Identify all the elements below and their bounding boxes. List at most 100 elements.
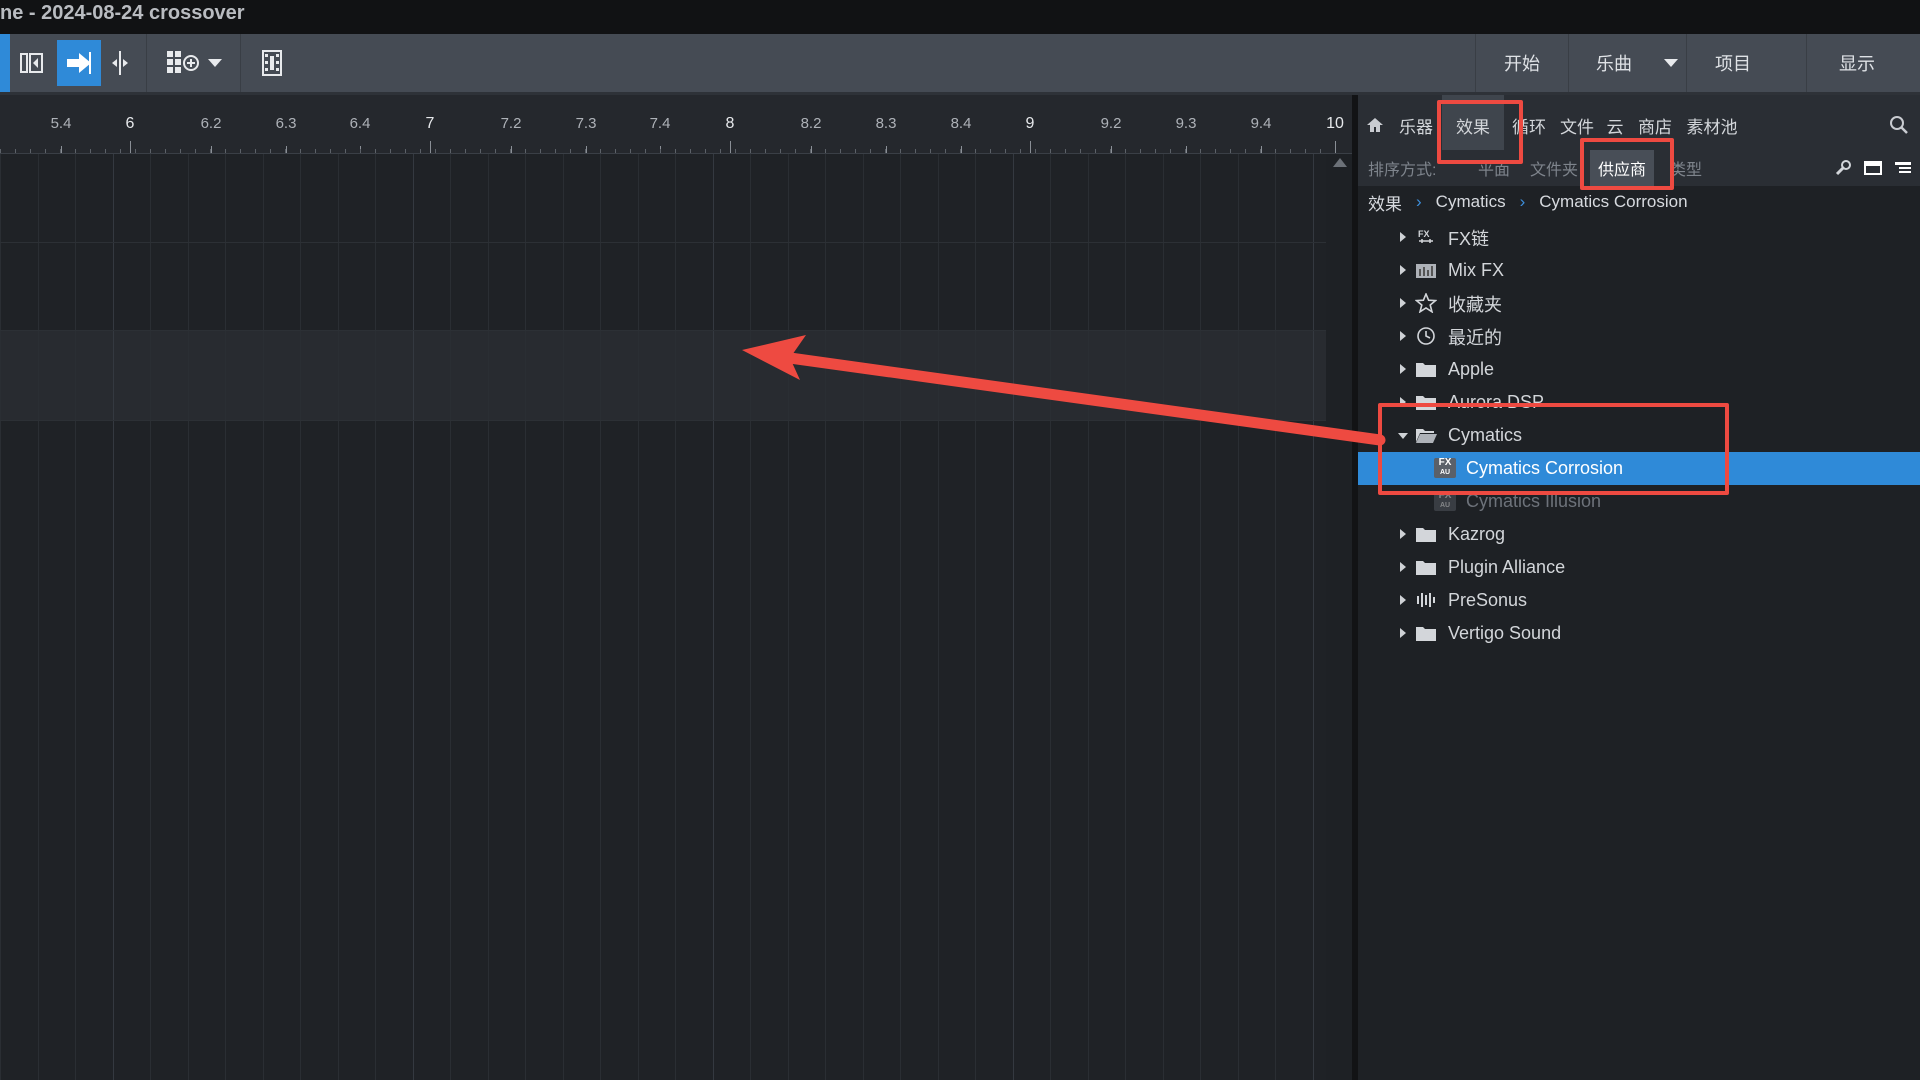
grid-line bbox=[262, 154, 264, 1080]
track-divider bbox=[0, 242, 1326, 243]
browser-folder-item[interactable]: Kazrog bbox=[1358, 518, 1920, 551]
ruler-minor-tick bbox=[585, 149, 586, 153]
tab-instruments[interactable]: 乐器 bbox=[1390, 95, 1442, 155]
browser-search-button[interactable] bbox=[1882, 95, 1916, 155]
list-view-icon bbox=[1895, 162, 1911, 173]
list-view-button[interactable] bbox=[1894, 150, 1912, 186]
ruler-minor-tick bbox=[1035, 149, 1036, 153]
sort-type-option[interactable]: 类型 bbox=[1670, 150, 1702, 186]
folder-icon bbox=[1415, 557, 1437, 577]
ruler-tick bbox=[886, 146, 887, 153]
expand-arrow-right-icon[interactable] bbox=[1400, 364, 1406, 374]
grid-line bbox=[0, 154, 1, 1080]
expand-arrow-right-icon[interactable] bbox=[1400, 628, 1406, 638]
ruler-tick bbox=[211, 146, 212, 153]
ruler-minor-tick bbox=[1320, 149, 1321, 153]
browser-folder-item[interactable]: FX FX链 bbox=[1358, 221, 1920, 254]
vertical-scrollbar[interactable] bbox=[1326, 154, 1352, 1080]
show-button[interactable]: 显示 bbox=[1807, 34, 1907, 92]
browser-item-label: 收藏夹 bbox=[1448, 294, 1502, 315]
browser-item-label: Kazrog bbox=[1448, 524, 1506, 544]
ruler-minor-tick bbox=[1110, 149, 1111, 153]
browser-folder-item[interactable]: Mix FX bbox=[1358, 254, 1920, 287]
split-tool-button[interactable] bbox=[10, 40, 54, 86]
scroll-up-arrow-icon[interactable] bbox=[1333, 158, 1347, 167]
grid-line bbox=[337, 154, 339, 1080]
grid-add-button[interactable] bbox=[160, 40, 204, 86]
ruler-label: 10 bbox=[1326, 115, 1344, 132]
start-page-button[interactable]: 开始 bbox=[1476, 34, 1568, 92]
title-bar: ne - 2024-08-24 crossover bbox=[0, 0, 1920, 34]
song-page-button[interactable]: 乐曲 bbox=[1569, 34, 1659, 92]
song-dropdown-button[interactable] bbox=[1659, 34, 1683, 92]
ruler-tick bbox=[961, 146, 962, 153]
breadcrumb-effects[interactable]: 效果 bbox=[1368, 190, 1402, 215]
grid-line bbox=[975, 154, 976, 1080]
timeline-ruler[interactable]: 5.4 6 6.2 6.3 6.4 7 7.2 7.3 7.4 8 8.2 8.3 8.4 9 9.2 9.3… bbox=[0, 95, 1352, 154]
browser-folder-item[interactable]: Apple bbox=[1358, 353, 1920, 386]
expand-arrow-right-icon[interactable] bbox=[1400, 595, 1406, 605]
ruler-minor-tick bbox=[1020, 149, 1021, 153]
browser-item-label: 最近的 bbox=[1448, 327, 1502, 348]
ruler-minor-tick bbox=[240, 149, 241, 153]
browser-folder-item[interactable]: Vertigo Sound bbox=[1358, 617, 1920, 650]
browser-item-label: Apple bbox=[1448, 359, 1495, 379]
ruler-minor-tick bbox=[930, 149, 931, 153]
ruler-minor-tick bbox=[600, 149, 601, 153]
expand-arrow-right-icon[interactable] bbox=[1400, 265, 1406, 275]
clock-icon bbox=[1415, 326, 1437, 346]
expand-arrow-right-icon[interactable] bbox=[1400, 331, 1406, 341]
window-icon bbox=[1864, 161, 1882, 175]
grid-dropdown-button[interactable] bbox=[200, 40, 230, 86]
expand-arrow-right-icon[interactable] bbox=[1400, 298, 1406, 308]
split-cursor-button[interactable] bbox=[98, 40, 142, 86]
ruler-minor-tick bbox=[15, 149, 16, 153]
main-toolbar: 开始 乐曲 项目 显示 bbox=[0, 34, 1920, 95]
arrange-area[interactable] bbox=[0, 154, 1326, 1080]
ruler-minor-tick bbox=[840, 149, 841, 153]
selected-track-lane[interactable] bbox=[0, 330, 1326, 420]
ruler-minor-tick bbox=[705, 149, 706, 153]
video-button[interactable] bbox=[250, 40, 294, 86]
expand-arrow-right-icon[interactable] bbox=[1400, 232, 1406, 242]
ruler-minor-tick bbox=[525, 149, 526, 153]
ruler-minor-tick bbox=[1080, 149, 1081, 153]
sort-folder-option[interactable]: 文件夹 bbox=[1530, 150, 1578, 186]
ruler-minor-tick bbox=[1095, 149, 1096, 153]
track-divider bbox=[0, 330, 1326, 331]
ruler-minor-tick bbox=[135, 149, 136, 153]
folder-icon bbox=[1415, 359, 1437, 379]
breadcrumb-plugin[interactable]: Cymatics Corrosion bbox=[1539, 192, 1687, 212]
au-badge-label: AU bbox=[1439, 502, 1451, 509]
browser-folder-item[interactable]: 收藏夹 bbox=[1358, 287, 1920, 320]
grid-line bbox=[412, 154, 414, 1080]
ruler-tick bbox=[1186, 146, 1187, 153]
ruler-minor-tick bbox=[1260, 149, 1261, 153]
ruler-tick bbox=[130, 141, 131, 153]
ruler-tick bbox=[586, 146, 587, 153]
breadcrumb-cymatics[interactable]: Cymatics bbox=[1436, 192, 1506, 212]
expand-arrow-right-icon[interactable] bbox=[1400, 529, 1406, 539]
browser-folder-item[interactable]: Plugin Alliance bbox=[1358, 551, 1920, 584]
home-button[interactable] bbox=[1360, 95, 1390, 155]
grid-line bbox=[450, 154, 451, 1080]
split-tool-icon bbox=[20, 53, 43, 73]
browser-folder-item[interactable]: PreSonus bbox=[1358, 584, 1920, 617]
ruler-minor-tick bbox=[375, 149, 376, 153]
ruler-minor-tick bbox=[615, 149, 616, 153]
project-page-button[interactable]: 项目 bbox=[1687, 34, 1779, 92]
tab-pool[interactable]: 素材池 bbox=[1680, 95, 1744, 155]
settings-wrench-button[interactable] bbox=[1834, 150, 1852, 186]
ruler-minor-tick bbox=[435, 149, 436, 153]
grid-line bbox=[562, 154, 564, 1080]
ruler-minor-tick bbox=[675, 149, 676, 153]
grid-line bbox=[675, 154, 676, 1080]
expand-arrow-right-icon[interactable] bbox=[1400, 562, 1406, 572]
layout-toggle-button[interactable] bbox=[1864, 150, 1882, 186]
annotation-box-vendor-sort bbox=[1580, 138, 1674, 190]
browser-folder-item[interactable]: 最近的 bbox=[1358, 320, 1920, 353]
grid-line bbox=[187, 154, 189, 1080]
ruler-label: 9.2 bbox=[1100, 115, 1122, 132]
arrow-tool-button[interactable] bbox=[57, 40, 101, 86]
ruler-minor-tick bbox=[1140, 149, 1141, 153]
